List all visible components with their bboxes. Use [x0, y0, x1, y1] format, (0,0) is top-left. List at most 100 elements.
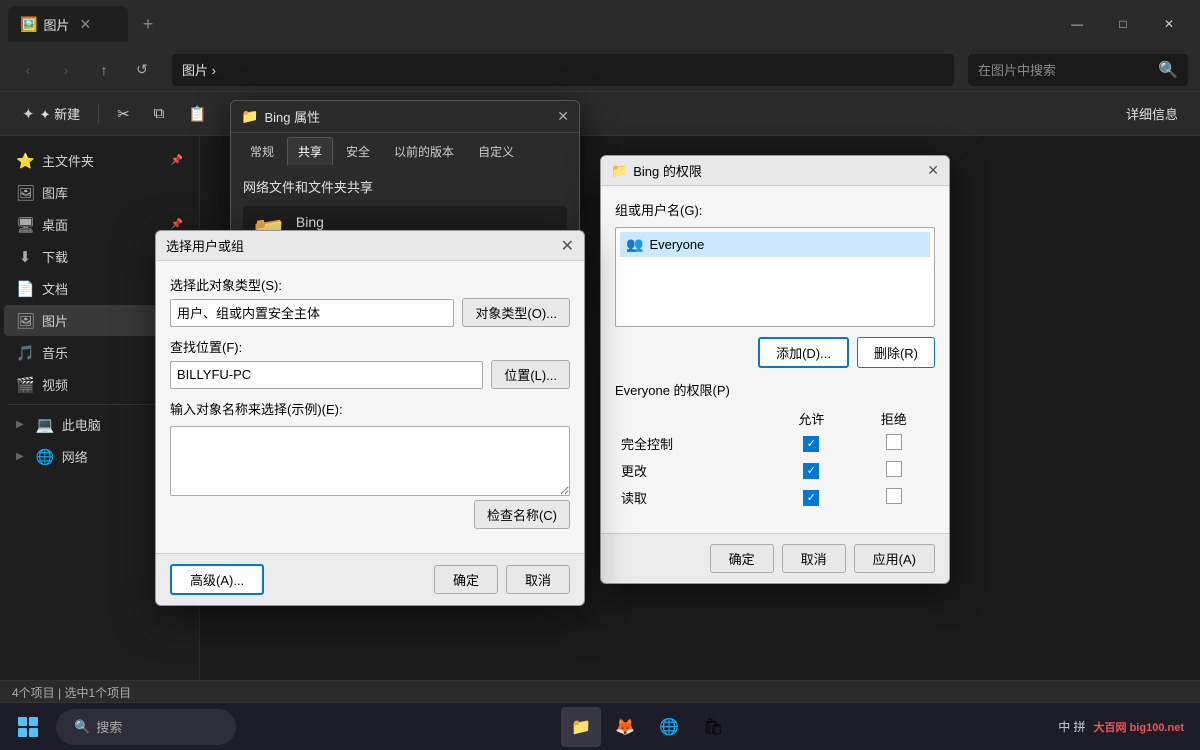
su-check-name-btn[interactable]: 检查名称(C) [474, 500, 570, 529]
watermark-text: 大百网 big100.net [1094, 719, 1184, 735]
new-btn[interactable]: ✦ ✦ 新建 [12, 98, 90, 130]
tab-security[interactable]: 安全 [335, 137, 381, 165]
cb-allow-change[interactable] [803, 463, 819, 479]
sidebar-label-videos: 视频 [42, 375, 68, 394]
start-btn[interactable] [8, 707, 48, 747]
adv-remove-btn[interactable]: 删除(R) [857, 337, 935, 368]
tab-custom[interactable]: 自定义 [467, 137, 525, 165]
tab-prev-versions[interactable]: 以前的版本 [383, 137, 465, 165]
paste-icon: 📋 [188, 105, 207, 123]
search-bar[interactable]: 在图片中搜索 🔍 [968, 54, 1188, 86]
home-icon: ⭐ [16, 152, 34, 170]
taskbar-store-icon[interactable]: 🛍 [693, 707, 733, 747]
cb-allow-fullcontrol[interactable] [803, 436, 819, 452]
pictures-icon: 🖼 [16, 312, 34, 330]
adv-apply-btn[interactable]: 应用(A) [854, 544, 935, 573]
forward-btn[interactable]: › [50, 54, 82, 86]
su-location-input[interactable] [170, 361, 483, 389]
taskbar-explorer-icon[interactable]: 📁 [561, 707, 601, 747]
taskbar-browser2-icon[interactable]: 🌐 [649, 707, 689, 747]
window-controls: — □ ✕ [1054, 8, 1192, 40]
sidebar-item-home[interactable]: ⭐ 主文件夹 📌 [4, 145, 195, 176]
win-logo-sq2 [29, 717, 38, 726]
cut-btn[interactable]: ✂ [107, 98, 140, 130]
tab-share[interactable]: 共享 [287, 137, 333, 165]
everyone-user-item[interactable]: 👥 Everyone [620, 232, 930, 257]
tab-general[interactable]: 常规 [239, 137, 285, 165]
tab-close-btn[interactable]: ✕ [79, 16, 91, 33]
search-placeholder: 在图片中搜索 [978, 60, 1152, 79]
minimize-btn[interactable]: — [1054, 8, 1100, 40]
up-btn[interactable]: ↑ [88, 54, 120, 86]
expand-icon-thispc: ▶ [16, 419, 24, 430]
cb-deny-read[interactable] [886, 488, 902, 504]
paste-btn[interactable]: 📋 [178, 98, 217, 130]
perm-row-fullcontrol: 完全控制 [615, 430, 935, 457]
perm-col-allow: 允许 [770, 407, 852, 430]
close-btn[interactable]: ✕ [1146, 8, 1192, 40]
new-icon: ✦ [22, 105, 35, 123]
su-footer: 高级(A)... 确定 取消 [156, 553, 584, 605]
breadcrumb-bar[interactable]: 图片 › [172, 54, 954, 86]
perm-deny-read[interactable] [853, 484, 935, 511]
perm-deny-fullcontrol[interactable] [853, 430, 935, 457]
adv-share-footer: 确定 取消 应用(A) [601, 533, 949, 583]
su-location-btn[interactable]: 位置(L)... [491, 360, 570, 389]
taskbar-browser1-icon[interactable]: 🦊 [605, 707, 645, 747]
cb-deny-fullcontrol[interactable] [886, 434, 902, 450]
su-content: 选择此对象类型(S): 对象类型(O)... 查找位置(F): 位置(L)...… [156, 261, 584, 553]
taskbar-search[interactable]: 🔍 搜索 [56, 709, 236, 745]
sidebar-item-gallery[interactable]: 🖼 图库 [4, 177, 195, 208]
perm-allow-fullcontrol[interactable] [770, 430, 852, 457]
maximize-btn[interactable]: □ [1100, 8, 1146, 40]
taskbar-search-label: 搜索 [96, 717, 122, 736]
su-location-row: 查找位置(F): 位置(L)... [170, 337, 570, 389]
bing-props-title-bar: 📁 Bing 属性 ✕ [231, 101, 579, 133]
cut-icon: ✂ [117, 105, 130, 123]
cb-allow-read[interactable] [803, 490, 819, 506]
perm-allow-change[interactable] [770, 457, 852, 484]
adv-ok-btn[interactable]: 确定 [710, 544, 774, 573]
videos-icon: 🎬 [16, 376, 34, 394]
su-close-btn[interactable]: ✕ [561, 236, 574, 256]
new-tab-btn[interactable]: + [132, 8, 164, 40]
cb-deny-change[interactable] [886, 461, 902, 477]
docs-icon: 📄 [16, 280, 34, 298]
details-btn[interactable]: 详细信息 [1116, 98, 1188, 130]
perm-name-change: 更改 [615, 457, 770, 484]
su-title-bar: 选择用户或组 ✕ [156, 231, 584, 261]
tab-title-label: 图片 [43, 15, 69, 34]
adv-add-btn[interactable]: 添加(D)... [758, 337, 849, 368]
su-obj-type-btn[interactable]: 对象类型(O)... [462, 298, 570, 327]
sidebar-label-gallery: 图库 [42, 183, 68, 202]
adv-cancel-btn[interactable]: 取消 [782, 544, 846, 573]
perm-deny-change[interactable] [853, 457, 935, 484]
adv-share-close-btn[interactable]: ✕ [927, 162, 939, 179]
su-obj-type-input[interactable] [170, 299, 454, 327]
store-icon: 🛍 [703, 717, 723, 737]
adv-share-section-label: 组或用户名(G): [615, 200, 935, 219]
su-ok-btn[interactable]: 确定 [434, 565, 498, 594]
su-name-textarea[interactable] [170, 426, 570, 496]
refresh-btn[interactable]: ↺ [126, 54, 158, 86]
share-section-title: 网络文件和文件夹共享 [243, 177, 567, 196]
status-bar: 4个项目 | 选中1个项目 [0, 680, 1200, 704]
explorer-taskbar-icon: 📁 [571, 717, 591, 737]
sidebar-label-downloads: 下载 [42, 247, 68, 266]
adv-share-title-bar: 📁 Bing 的权限 ✕ [601, 156, 949, 186]
win-logo-sq3 [18, 728, 27, 737]
everyone-user-label: Everyone [649, 237, 704, 252]
su-obj-type-input-row: 对象类型(O)... [170, 298, 570, 327]
perm-allow-read[interactable] [770, 484, 852, 511]
back-btn[interactable]: ‹ [12, 54, 44, 86]
su-cancel-btn[interactable]: 取消 [506, 565, 570, 594]
network-icon: 🌐 [36, 448, 54, 466]
expand-icon-network: ▶ [16, 451, 24, 462]
explorer-tab[interactable]: 🖼️ 图片 ✕ [8, 6, 128, 42]
sidebar-label-home: 主文件夹 [42, 151, 94, 170]
breadcrumb-text: 图片 › [182, 60, 216, 79]
adv-perms-table: 允许 拒绝 完全控制 更改 读取 [615, 407, 935, 511]
bing-props-close-btn[interactable]: ✕ [557, 108, 569, 125]
su-adv-btn[interactable]: 高级(A)... [170, 564, 264, 595]
copy-btn[interactable]: ⧉ [144, 98, 175, 130]
